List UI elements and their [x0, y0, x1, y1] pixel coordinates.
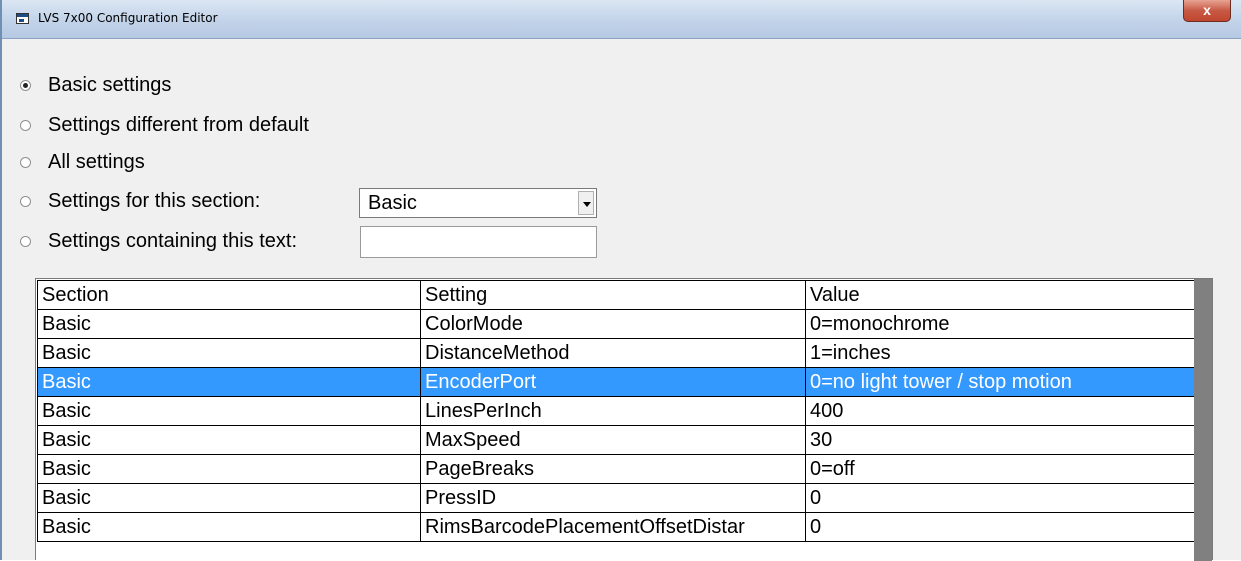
table-row[interactable]: Basic ColorMode 0=monochrome [37, 309, 1196, 339]
column-header-section[interactable]: Section [37, 280, 421, 310]
cell-value[interactable]: 400 [805, 396, 1196, 426]
table-row-selected[interactable]: Basic EncoderPort 0=no light tower / sto… [37, 367, 1196, 397]
title-bar[interactable]: LVS 7x00 Configuration Editor x [2, 0, 1241, 39]
config-editor-window: LVS 7x00 Configuration Editor x Basic se… [0, 0, 1241, 561]
radio-section-settings-label: Settings for this section: [48, 189, 261, 212]
radio-different-from-default-indicator[interactable] [20, 119, 31, 131]
column-header-value[interactable]: Value [805, 280, 1196, 310]
window-title: LVS 7x00 Configuration Editor [38, 11, 218, 25]
table-row[interactable]: Basic PressID 0 [37, 483, 1196, 513]
search-text-input[interactable] [360, 226, 597, 258]
cell-setting[interactable]: MaxSpeed [420, 425, 806, 455]
grid-empty-area [1194, 279, 1212, 561]
cell-setting[interactable]: PressID [420, 483, 806, 513]
radio-different-from-default[interactable]: Settings different from default [20, 110, 309, 140]
cell-setting[interactable]: EncoderPort [420, 367, 806, 397]
radio-basic-settings[interactable]: Basic settings [20, 70, 171, 100]
radio-text-settings-indicator[interactable] [20, 235, 31, 247]
cell-section[interactable]: Basic [37, 367, 421, 397]
app-window-icon [16, 13, 29, 24]
cell-value[interactable]: 0 [805, 512, 1196, 542]
dropdown-arrow-icon[interactable] [578, 191, 594, 215]
radio-section-settings[interactable]: Settings for this section: [20, 186, 260, 216]
cell-section[interactable]: Basic [37, 483, 421, 513]
cell-section[interactable]: Basic [37, 425, 421, 455]
table-row[interactable]: Basic PageBreaks 0=off [37, 454, 1196, 484]
radio-text-settings[interactable]: Settings containing this text: [20, 226, 297, 256]
cell-setting[interactable]: RimsBarcodePlacementOffsetDistar [420, 512, 806, 542]
table-header-row: Section Setting Value [37, 280, 1196, 310]
cell-section[interactable]: Basic [37, 338, 421, 368]
radio-all-settings[interactable]: All settings [20, 147, 145, 177]
section-select-value: Basic [368, 192, 417, 214]
cell-value[interactable]: 0=off [805, 454, 1196, 484]
cell-value[interactable]: 1=inches [805, 338, 1196, 368]
settings-table: Section Setting Value Basic ColorMode 0=… [37, 280, 1196, 542]
cell-setting[interactable]: DistanceMethod [420, 338, 806, 368]
column-header-setting[interactable]: Setting [420, 280, 806, 310]
cell-setting[interactable]: LinesPerInch [420, 396, 806, 426]
section-select[interactable]: Basic [359, 188, 597, 218]
radio-basic-settings-indicator[interactable] [20, 79, 31, 91]
cell-setting[interactable]: ColorMode [420, 309, 806, 339]
radio-all-settings-label: All settings [48, 150, 145, 173]
radio-different-from-default-label: Settings different from default [48, 113, 309, 136]
cell-setting[interactable]: PageBreaks [420, 454, 806, 484]
close-button[interactable]: x [1183, 0, 1231, 22]
radio-all-settings-indicator[interactable] [20, 156, 31, 168]
cell-section[interactable]: Basic [37, 396, 421, 426]
table-row[interactable]: Basic DistanceMethod 1=inches [37, 338, 1196, 368]
cell-section[interactable]: Basic [37, 512, 421, 542]
settings-grid: Section Setting Value Basic ColorMode 0=… [35, 278, 1213, 561]
table-row[interactable]: Basic MaxSpeed 30 [37, 425, 1196, 455]
cell-value[interactable]: 0=no light tower / stop motion [805, 367, 1196, 397]
radio-basic-settings-label: Basic settings [48, 73, 172, 96]
table-row[interactable]: Basic LinesPerInch 400 [37, 396, 1196, 426]
radio-section-settings-indicator[interactable] [20, 195, 31, 207]
cell-section[interactable]: Basic [37, 454, 421, 484]
cell-section[interactable]: Basic [37, 309, 421, 339]
cell-value[interactable]: 0 [805, 483, 1196, 513]
table-row[interactable]: Basic RimsBarcodePlacementOffsetDistar 0 [37, 512, 1196, 542]
cell-value[interactable]: 0=monochrome [805, 309, 1196, 339]
cell-value[interactable]: 30 [805, 425, 1196, 455]
radio-text-settings-label: Settings containing this text: [48, 229, 298, 252]
